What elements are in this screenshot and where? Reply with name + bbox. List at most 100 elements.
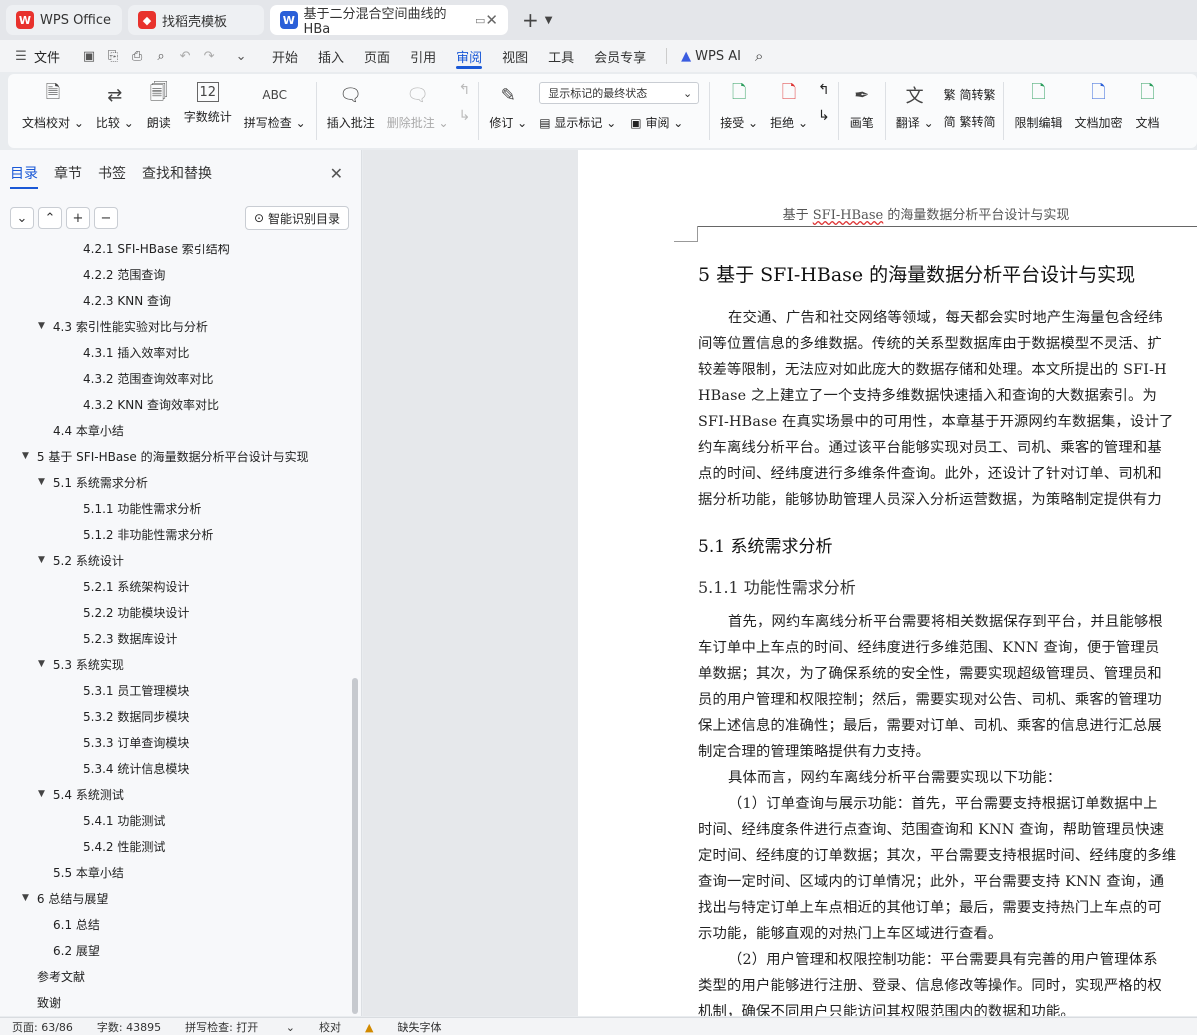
- caret-down-icon[interactable]: ▼: [38, 477, 45, 487]
- word-count-indicator[interactable]: 字数: 43895: [97, 1019, 161, 1035]
- wps-ai-button[interactable]: ▲ WPS AI: [681, 40, 741, 72]
- toc-item[interactable]: 5.3.4 统计信息模块: [83, 758, 189, 778]
- toc-item[interactable]: 5.1.1 功能性需求分析: [83, 498, 201, 518]
- toc-item[interactable]: 4.3.2 范围查询效率对比: [83, 368, 213, 388]
- doc-more-button[interactable]: 🗋 文档: [1135, 82, 1161, 131]
- toc-item[interactable]: ▼ 6 总结与展望: [22, 888, 108, 908]
- toc-item[interactable]: 5.3.3 订单查询模块: [83, 732, 189, 752]
- caret-down-icon[interactable]: ▼: [38, 555, 45, 565]
- document-page[interactable]: 基于 SFI-HBase 的海量数据分析平台设计与实现 5 基于 SFI-HBa…: [578, 150, 1197, 1016]
- minus-icon[interactable]: −: [94, 207, 118, 229]
- toc-item[interactable]: 4.4 本章小结: [53, 420, 124, 440]
- tab-daoke-template[interactable]: ◆ 找稻壳模板: [128, 5, 264, 35]
- toc-item[interactable]: ▼ 4.3 索引性能实验对比与分析: [38, 316, 208, 336]
- show-markup-button[interactable]: ▤ 显示标记 ⌄: [539, 114, 616, 131]
- tab-bookmark[interactable]: 书签: [98, 163, 126, 183]
- accept-button[interactable]: 🗋 接受 ⌄: [720, 82, 758, 131]
- undo-icon[interactable]: ↶: [174, 49, 196, 64]
- menu-review[interactable]: 审阅: [456, 40, 483, 72]
- toc-item[interactable]: ▼ 5.2 系统设计: [38, 550, 124, 570]
- chevron-up-icon[interactable]: ⌃: [38, 207, 62, 229]
- spell-check-indicator[interactable]: 拼写检查: 打开 ⌄: [185, 1019, 295, 1035]
- spell-check-button[interactable]: ABC 拼写检查 ⌄: [244, 82, 306, 131]
- tab-find-replace[interactable]: 查找和替换: [142, 163, 212, 183]
- toc-item[interactable]: 6.1 总结: [53, 914, 100, 934]
- toc-item[interactable]: 5.4.1 功能测试: [83, 810, 165, 830]
- save-icon[interactable]: ▣: [78, 49, 100, 64]
- menu-reference[interactable]: 引用: [410, 40, 436, 72]
- caret-down-icon[interactable]: ▼: [38, 789, 45, 799]
- tab-toc[interactable]: 目录: [10, 163, 38, 189]
- redo-icon[interactable]: ↷: [198, 49, 220, 64]
- toc-item[interactable]: ▼ 5 基于 SFI-HBase 的海量数据分析平台设计与实现: [22, 446, 309, 466]
- menu-tools[interactable]: 工具: [548, 40, 574, 72]
- close-icon[interactable]: ✕: [485, 11, 498, 29]
- translate-button[interactable]: 文 翻译 ⌄: [896, 82, 934, 131]
- smart-toc-button[interactable]: ⊙ 智能识别目录: [245, 206, 349, 230]
- toc-item[interactable]: 4.3.2 KNN 查询效率对比: [83, 394, 219, 414]
- page-indicator[interactable]: 页面: 63/86: [12, 1019, 73, 1035]
- export-icon[interactable]: ⎘: [102, 49, 124, 64]
- delete-comment-button[interactable]: 🗨 删除批注 ⌄: [387, 82, 449, 131]
- word-count-button[interactable]: 12 字数统计: [184, 82, 232, 125]
- toc-item[interactable]: 参考文献: [37, 966, 85, 986]
- toc-item[interactable]: 4.2.2 范围查询: [83, 264, 165, 284]
- pen-button[interactable]: ✒ 画笔: [849, 82, 875, 131]
- markup-dropdown[interactable]: 显示标记的最终状态 ⌄: [539, 82, 700, 104]
- to-simplified-button[interactable]: 简 繁转简: [944, 113, 996, 130]
- chevron-down-icon[interactable]: ⌄: [230, 49, 252, 64]
- tab-document[interactable]: W 基于二分混合空间曲线的HBa ▭ ✕: [270, 5, 508, 37]
- print-icon[interactable]: ⎙: [126, 49, 148, 64]
- caret-down-icon[interactable]: ▼: [38, 659, 45, 669]
- menu-insert[interactable]: 插入: [318, 40, 344, 72]
- review-pane-button[interactable]: ▣ 审阅 ⌄: [630, 114, 683, 131]
- doc-check-button[interactable]: 🗎 文档校对 ⌄: [22, 82, 84, 131]
- close-icon[interactable]: ✕: [330, 164, 343, 183]
- file-menu[interactable]: ☰ 文件: [10, 47, 60, 66]
- prev-comment-icon[interactable]: ↰: [459, 82, 471, 98]
- toc-item[interactable]: 5.2.2 功能模块设计: [83, 602, 189, 622]
- print-preview-icon[interactable]: ⌕: [150, 49, 172, 64]
- scrollbar[interactable]: [352, 678, 358, 1014]
- toc-item[interactable]: 4.3.1 插入效率对比: [83, 342, 189, 362]
- restrict-edit-button[interactable]: 🗋 限制编辑: [1014, 82, 1062, 131]
- toc-item[interactable]: 5.2.3 数据库设计: [83, 628, 177, 648]
- next-change-icon[interactable]: ↳: [818, 108, 830, 124]
- toc-item[interactable]: 5.3.1 员工管理模块: [83, 680, 189, 700]
- toc-item[interactable]: 4.2.1 SFI-HBase 索引结构: [83, 244, 230, 258]
- toc-item[interactable]: 5.3.2 数据同步模块: [83, 706, 189, 726]
- toc-item[interactable]: 5.5 本章小结: [53, 862, 124, 882]
- menu-member[interactable]: 会员专享: [594, 40, 646, 72]
- proof-indicator[interactable]: 校对: [319, 1019, 341, 1035]
- insert-comment-button[interactable]: 🗨 插入批注: [327, 82, 375, 131]
- menu-view[interactable]: 视图: [502, 40, 528, 72]
- chevron-down-icon[interactable]: ⌄: [10, 207, 34, 229]
- toc-item[interactable]: 致谢: [37, 992, 61, 1012]
- toc-item[interactable]: 6.2 展望: [53, 940, 100, 960]
- toc-item[interactable]: 5.1.2 非功能性需求分析: [83, 524, 213, 544]
- new-tab-icon[interactable]: +: [522, 8, 539, 32]
- caret-down-icon[interactable]: ▼: [38, 321, 45, 331]
- tab-wps-office[interactable]: W WPS Office: [6, 5, 122, 35]
- plus-icon[interactable]: +: [66, 207, 90, 229]
- track-changes-button[interactable]: ✎ 修订 ⌄: [489, 82, 527, 131]
- toc-item[interactable]: 5.2.1 系统架构设计: [83, 576, 189, 596]
- read-aloud-button[interactable]: 🗐 朗读: [146, 82, 172, 131]
- caret-down-icon[interactable]: ▼: [22, 451, 29, 461]
- missing-font-indicator[interactable]: ▲ 缺失字体: [365, 1019, 465, 1035]
- toc-item[interactable]: ▼ 5.4 系统测试: [38, 784, 124, 804]
- next-comment-icon[interactable]: ↳: [459, 108, 471, 124]
- document-area[interactable]: 基于 SFI-HBase 的海量数据分析平台设计与实现 5 基于 SFI-HBa…: [363, 150, 1197, 1016]
- toc-item[interactable]: 5.4.2 性能测试: [83, 836, 165, 856]
- menu-page[interactable]: 页面: [364, 40, 390, 72]
- caret-down-icon[interactable]: ▼: [22, 893, 29, 903]
- tab-chapter[interactable]: 章节: [54, 163, 82, 183]
- prev-change-icon[interactable]: ↰: [818, 82, 830, 98]
- toc-item[interactable]: ▼ 5.1 系统需求分析: [38, 472, 148, 492]
- toc-item[interactable]: 4.2.3 KNN 查询: [83, 290, 171, 310]
- toc-item[interactable]: ▼ 5.3 系统实现: [38, 654, 124, 674]
- encrypt-button[interactable]: 🗋 文档加密: [1075, 82, 1123, 131]
- menu-start[interactable]: 开始: [272, 40, 298, 72]
- reject-button[interactable]: 🗋 拒绝 ⌄: [770, 82, 808, 131]
- search-icon[interactable]: ⌕: [755, 47, 763, 65]
